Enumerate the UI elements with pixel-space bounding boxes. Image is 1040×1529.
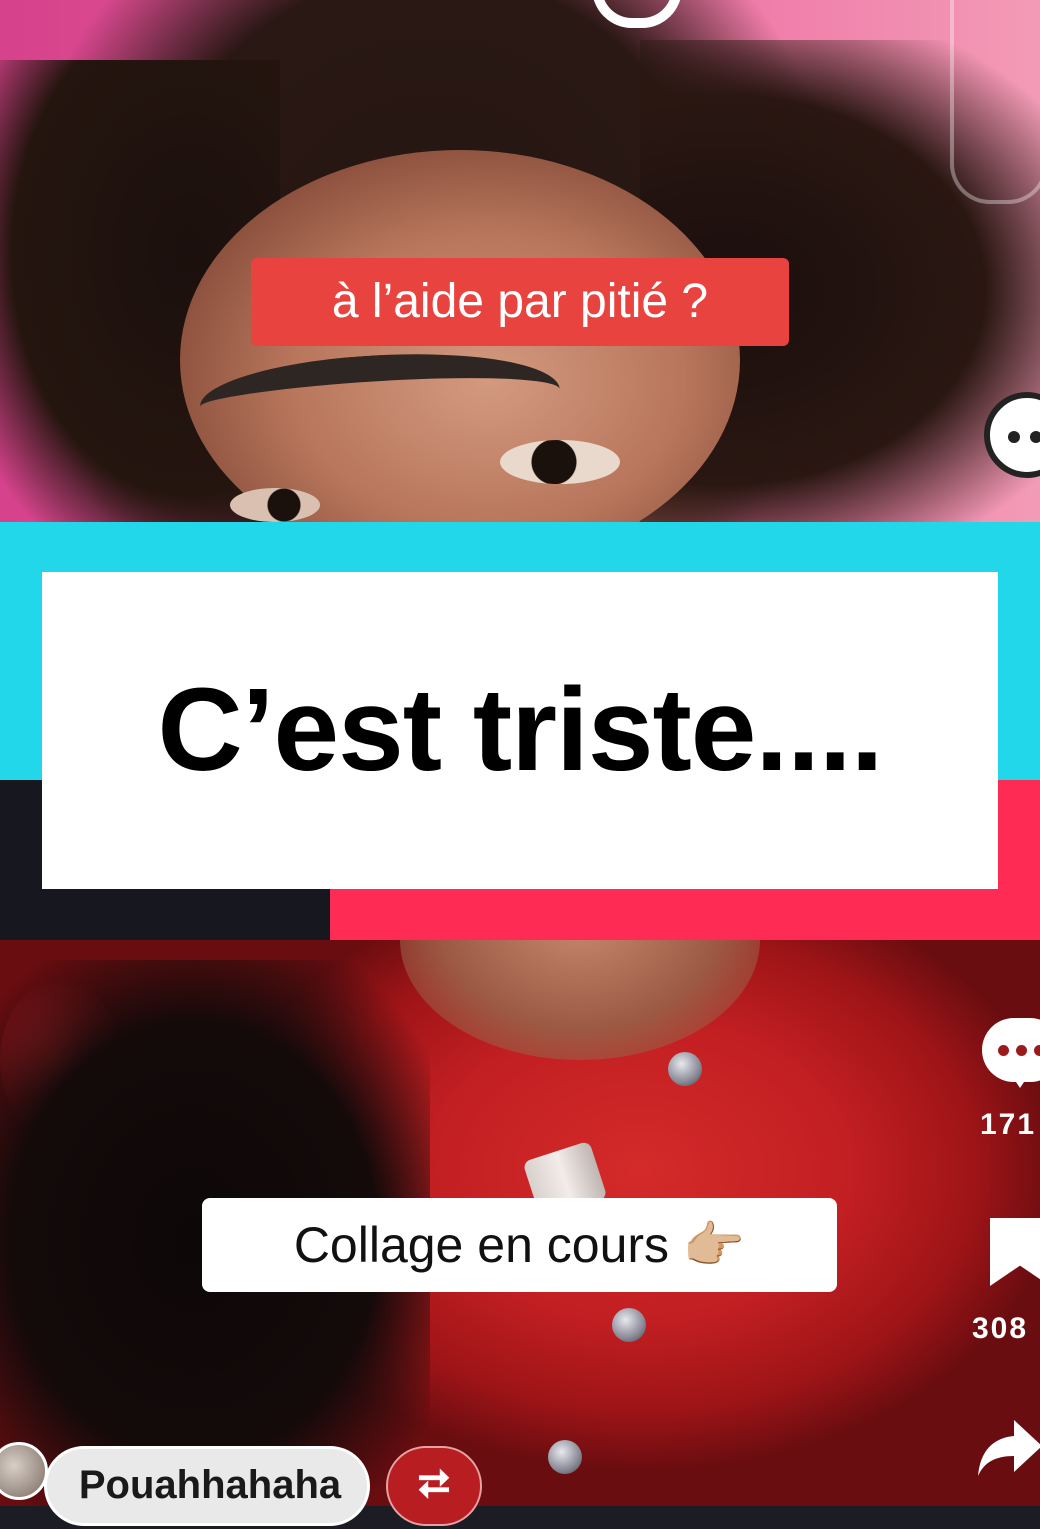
comment-icon-tail <box>1008 1070 1032 1088</box>
save-count: 308 <box>972 1312 1029 1345</box>
logo-fragment-icon <box>592 0 682 28</box>
share-icon[interactable] <box>976 1412 1040 1482</box>
comment-count: 171 <box>980 1108 1037 1141</box>
dot <box>998 1045 1009 1056</box>
dot <box>1030 431 1040 443</box>
eye-image <box>230 488 320 522</box>
eye-image <box>500 440 620 484</box>
wine-glass-image <box>950 0 1040 204</box>
username: Pouahhahaha <box>78 1463 342 1507</box>
face-image <box>400 940 760 1060</box>
repost-icon[interactable]: ⮂ <box>386 1446 482 1526</box>
dot <box>1016 1045 1027 1056</box>
username-pill[interactable]: Pouahhahaha <box>44 1446 370 1526</box>
dot <box>1008 431 1020 443</box>
title-text: C’est triste.... <box>157 664 883 796</box>
coat-button-image <box>548 1440 582 1474</box>
coat-button-image <box>612 1308 646 1342</box>
title-card: C’est triste.... <box>42 572 998 889</box>
dot <box>1034 1045 1040 1056</box>
coat-button-image <box>668 1052 702 1086</box>
bottom-caption: Collage en cours 👉🏼 <box>202 1198 837 1292</box>
top-caption: à l’aide par pitié ? <box>251 258 789 346</box>
pink-band-edge <box>998 780 1040 890</box>
